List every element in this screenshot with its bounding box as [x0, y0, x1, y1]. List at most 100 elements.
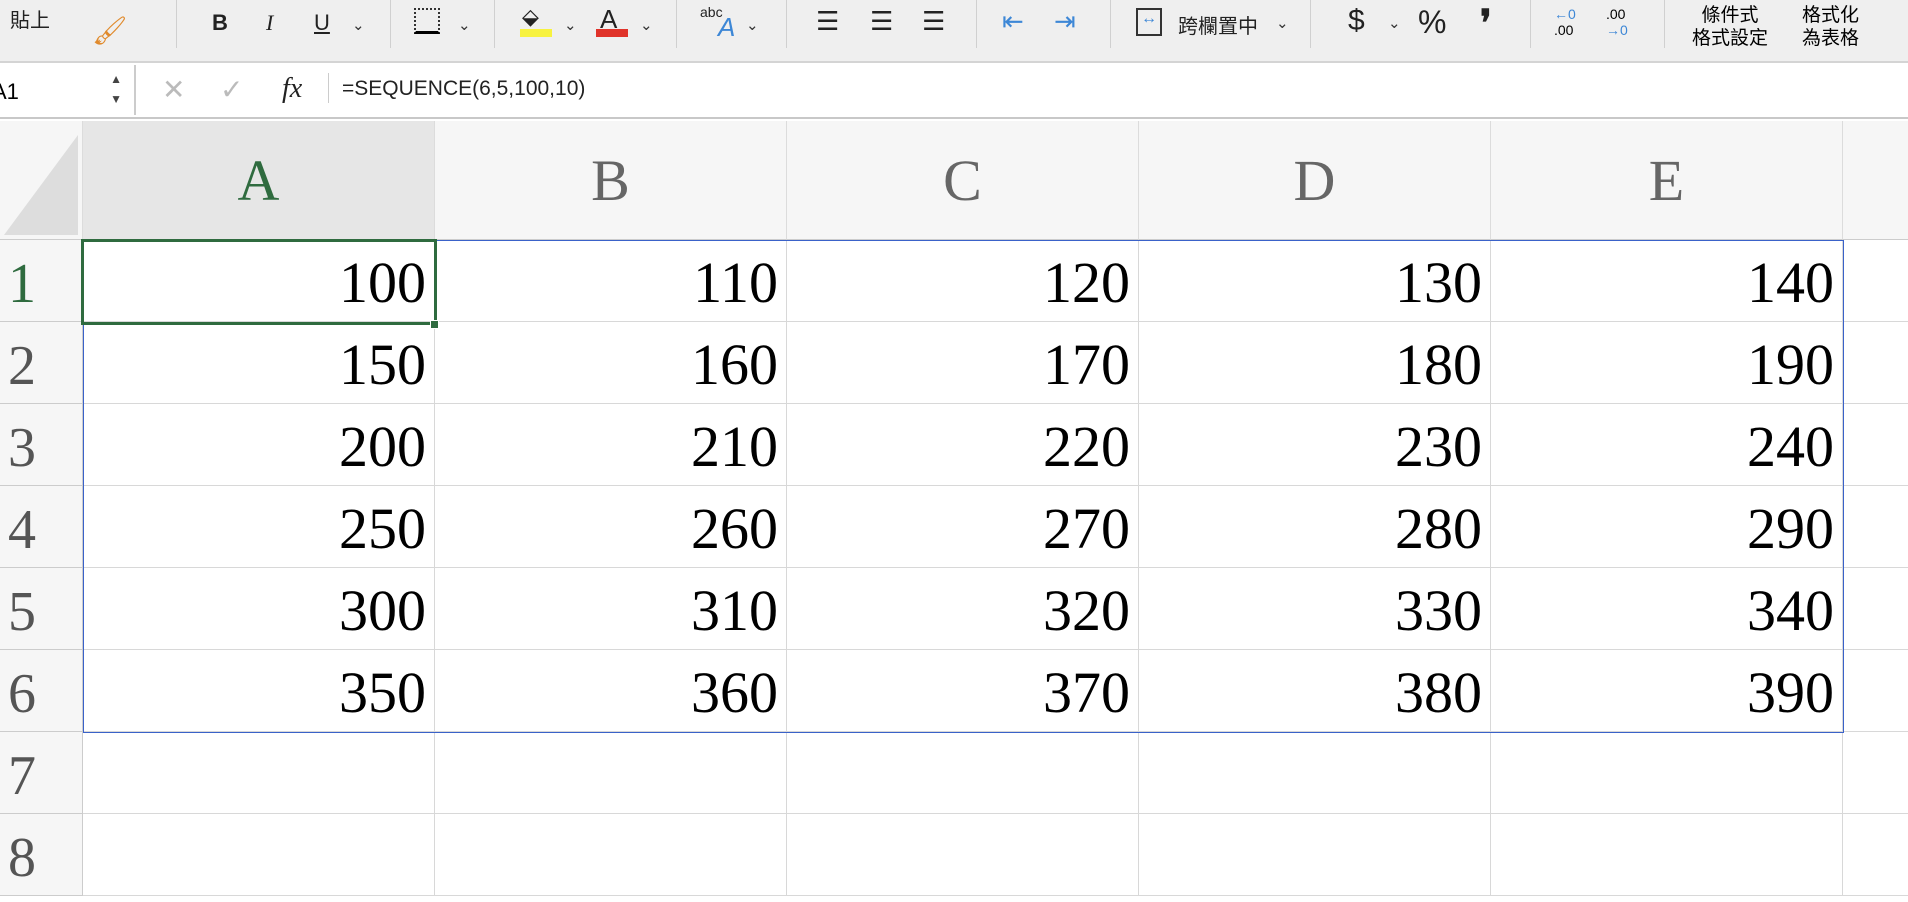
cell[interactable]: 330: [1139, 568, 1491, 650]
increase-decimal-button[interactable]: ←0 .00: [1554, 6, 1576, 38]
cell[interactable]: [1843, 240, 1908, 322]
row-header-8[interactable]: 8: [0, 814, 83, 896]
cell[interactable]: [1843, 814, 1908, 896]
cell[interactable]: 280: [1139, 486, 1491, 568]
increase-indent-icon[interactable]: ⇥: [1054, 6, 1076, 37]
column-header-d[interactable]: D: [1139, 121, 1491, 240]
format-as-table-button[interactable]: 格式化 為表格: [1802, 4, 1859, 50]
decrease-indent-icon[interactable]: ⇤: [1002, 6, 1024, 37]
cell[interactable]: [1491, 814, 1843, 896]
cell[interactable]: 230: [1139, 404, 1491, 486]
borders-icon[interactable]: [414, 8, 440, 34]
cell[interactable]: 370: [787, 650, 1139, 732]
cell[interactable]: 320: [787, 568, 1139, 650]
cancel-icon[interactable]: ✕: [162, 73, 185, 106]
name-box-stepper-icon[interactable]: ▲ ▼: [110, 69, 122, 109]
cell[interactable]: [83, 732, 435, 814]
cell[interactable]: 200: [83, 404, 435, 486]
column-header-a[interactable]: A: [83, 121, 435, 240]
chevron-down-icon[interactable]: ⌄: [564, 16, 577, 34]
cell[interactable]: 190: [1491, 322, 1843, 404]
cell[interactable]: 140: [1491, 240, 1843, 322]
column-header-b[interactable]: B: [435, 121, 787, 240]
spreadsheet-grid: ABCDE 12345678 100 110 120 130 140 150 160 170 1…: [0, 121, 1908, 902]
cell[interactable]: 350: [83, 650, 435, 732]
cell[interactable]: 250: [83, 486, 435, 568]
cell[interactable]: 130: [1139, 240, 1491, 322]
conditional-formatting-button[interactable]: 條件式 格式設定: [1692, 4, 1768, 50]
row-header-3[interactable]: 3: [0, 404, 83, 486]
cell[interactable]: [1491, 732, 1843, 814]
formula-input[interactable]: =SEQUENCE(6,5,100,10): [342, 77, 585, 101]
cell[interactable]: 210: [435, 404, 787, 486]
cell[interactable]: [1843, 568, 1908, 650]
format-painter-icon[interactable]: 🖌: [92, 14, 128, 47]
cell[interactable]: 390: [1491, 650, 1843, 732]
chevron-down-icon[interactable]: ⌄: [640, 16, 653, 34]
cell[interactable]: 160: [435, 322, 787, 404]
cell[interactable]: [1139, 814, 1491, 896]
cell[interactable]: [787, 732, 1139, 814]
row-header-2[interactable]: 2: [0, 322, 83, 404]
align-center-icon[interactable]: ☰: [870, 6, 893, 37]
cell[interactable]: [83, 814, 435, 896]
merge-center-icon[interactable]: ↔: [1136, 8, 1162, 36]
row-header-6[interactable]: 6: [0, 650, 83, 732]
cell[interactable]: 120: [787, 240, 1139, 322]
paste-button[interactable]: 貼上: [10, 4, 50, 33]
chevron-down-icon[interactable]: ⌄: [1276, 14, 1289, 32]
cell[interactable]: [1843, 404, 1908, 486]
enter-icon[interactable]: ✓: [220, 73, 243, 106]
percent-button[interactable]: %: [1418, 4, 1446, 41]
cell[interactable]: [787, 814, 1139, 896]
row-header-5[interactable]: 5: [0, 568, 83, 650]
row-header-1[interactable]: 1: [0, 240, 83, 322]
cell[interactable]: 340: [1491, 568, 1843, 650]
cell[interactable]: 380: [1139, 650, 1491, 732]
column-header-e[interactable]: E: [1491, 121, 1843, 240]
cell[interactable]: 220: [787, 404, 1139, 486]
cell[interactable]: [1843, 732, 1908, 814]
chevron-down-icon[interactable]: ⌄: [352, 16, 365, 34]
cell[interactable]: 300: [83, 568, 435, 650]
align-right-icon[interactable]: ☰: [922, 6, 945, 37]
cell[interactable]: 360: [435, 650, 787, 732]
cell[interactable]: 270: [787, 486, 1139, 568]
currency-button[interactable]: $: [1348, 4, 1365, 38]
cell[interactable]: 290: [1491, 486, 1843, 568]
select-all-corner[interactable]: [0, 121, 83, 240]
fill-color-icon[interactable]: ⬙: [522, 4, 539, 30]
row-header-4[interactable]: 4: [0, 486, 83, 568]
cell[interactable]: 180: [1139, 322, 1491, 404]
cell[interactable]: 110: [435, 240, 787, 322]
cell[interactable]: [1843, 322, 1908, 404]
chevron-down-icon[interactable]: ⌄: [746, 16, 759, 34]
cell[interactable]: 150: [83, 322, 435, 404]
text-styles-icon[interactable]: A: [718, 12, 735, 43]
insert-function-button[interactable]: fx: [282, 73, 302, 105]
column-header-c[interactable]: C: [787, 121, 1139, 240]
bold-button[interactable]: B: [212, 10, 228, 36]
cell[interactable]: [1843, 486, 1908, 568]
decrease-decimal-button[interactable]: .00 →0: [1606, 6, 1628, 38]
cell[interactable]: 310: [435, 568, 787, 650]
cell[interactable]: [435, 814, 787, 896]
comma-button[interactable]: ❜: [1480, 2, 1492, 44]
cell[interactable]: [435, 732, 787, 814]
cell[interactable]: 240: [1491, 404, 1843, 486]
underline-button[interactable]: U: [314, 10, 330, 36]
italic-button[interactable]: I: [266, 10, 273, 36]
cell[interactable]: [1139, 732, 1491, 814]
name-box[interactable]: A1 ▲▼: [0, 65, 136, 115]
cell[interactable]: 260: [435, 486, 787, 568]
chevron-down-icon[interactable]: ⌄: [1388, 14, 1401, 32]
column-header-f[interactable]: [1843, 121, 1908, 240]
cell[interactable]: 170: [787, 322, 1139, 404]
fill-handle[interactable]: [430, 320, 439, 329]
align-left-icon[interactable]: ☰: [816, 6, 839, 37]
row-header-7[interactable]: 7: [0, 732, 83, 814]
cell[interactable]: [1843, 650, 1908, 732]
merge-center-button[interactable]: 跨欄置中: [1178, 10, 1258, 39]
cell[interactable]: 100: [83, 240, 435, 322]
chevron-down-icon[interactable]: ⌄: [458, 16, 471, 34]
